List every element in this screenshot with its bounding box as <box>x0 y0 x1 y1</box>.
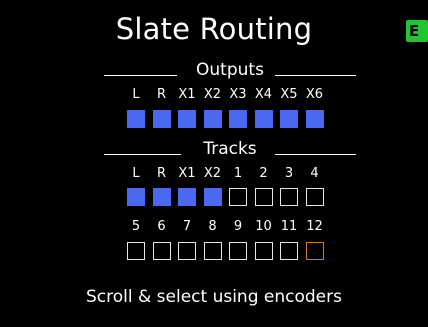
output-channel-label: X3 <box>229 87 247 102</box>
track-label: X1 <box>178 166 196 181</box>
tracks-row1-boxes <box>0 188 428 208</box>
output-channel-label: R <box>156 87 167 102</box>
track-toggle[interactable] <box>127 188 145 206</box>
track-toggle[interactable] <box>152 188 171 206</box>
output-channel-toggle[interactable] <box>178 110 196 128</box>
track-label: 9 <box>233 219 243 234</box>
output-channel-toggle[interactable] <box>152 110 171 128</box>
track-label: 1 <box>233 166 243 181</box>
outputs-rule-right <box>275 75 356 76</box>
track-toggle[interactable] <box>203 242 222 260</box>
track-toggle[interactable] <box>305 188 324 206</box>
output-channel-label: X2 <box>203 87 222 102</box>
output-channel-label: X6 <box>305 87 324 102</box>
track-label: 12 <box>306 219 323 234</box>
track-toggle[interactable] <box>203 188 222 206</box>
track-label: 2 <box>259 166 268 181</box>
track-label: R <box>156 166 167 181</box>
track-toggle[interactable] <box>254 242 273 260</box>
tracks-heading-group: Tracks <box>104 139 356 159</box>
output-channel-toggle[interactable] <box>280 110 298 128</box>
outputs-heading-group: Outputs <box>104 60 356 80</box>
track-toggle[interactable] <box>229 242 247 260</box>
output-channel-label: X1 <box>178 87 196 102</box>
track-label: 10 <box>255 219 272 234</box>
track-label: 4 <box>310 166 319 181</box>
outputs-channel-labels: L R X1 X2 X3 X4 X5 X6 <box>0 87 428 105</box>
exit-icon[interactable]: E <box>406 20 428 42</box>
track-toggle[interactable] <box>127 242 145 260</box>
track-toggle[interactable] <box>178 242 196 260</box>
track-toggle[interactable] <box>178 188 196 206</box>
output-channel-toggle[interactable] <box>203 110 222 128</box>
track-toggle[interactable] <box>280 188 298 206</box>
track-label: 11 <box>280 219 298 234</box>
tracks-row2-boxes <box>0 242 428 262</box>
output-channel-toggle[interactable] <box>305 110 324 128</box>
outputs-channel-boxes <box>0 110 428 130</box>
track-label: 8 <box>208 219 217 234</box>
track-toggle[interactable] <box>280 242 298 260</box>
track-toggle[interactable] <box>254 188 273 206</box>
output-channel-toggle[interactable] <box>229 110 247 128</box>
tracks-rule-right <box>275 154 356 155</box>
output-channel-label: L <box>132 87 140 102</box>
output-channel-label: X4 <box>254 87 273 102</box>
track-toggle[interactable] <box>305 242 324 260</box>
tracks-row2-labels: 5 6 7 8 9 10 11 12 <box>0 219 428 237</box>
track-toggle[interactable] <box>152 242 171 260</box>
output-channel-label: X5 <box>280 87 298 102</box>
track-label: 7 <box>182 219 192 234</box>
page-title: Slate Routing <box>115 12 313 46</box>
track-label: L <box>132 166 140 181</box>
output-channel-toggle[interactable] <box>254 110 273 128</box>
hint-text: Scroll & select using encoders <box>86 287 342 307</box>
track-toggle[interactable] <box>229 188 247 206</box>
output-channel-toggle[interactable] <box>127 110 145 128</box>
track-label: X2 <box>203 166 222 181</box>
outputs-heading: Outputs <box>196 60 264 80</box>
track-label: 3 <box>284 166 294 181</box>
tracks-heading: Tracks <box>203 139 257 159</box>
track-label: 6 <box>157 219 166 234</box>
track-label: 5 <box>131 219 141 234</box>
tracks-row1-labels: L R X1 X2 1 2 3 4 <box>0 166 428 184</box>
exit-icon-glyph: E <box>409 22 420 40</box>
